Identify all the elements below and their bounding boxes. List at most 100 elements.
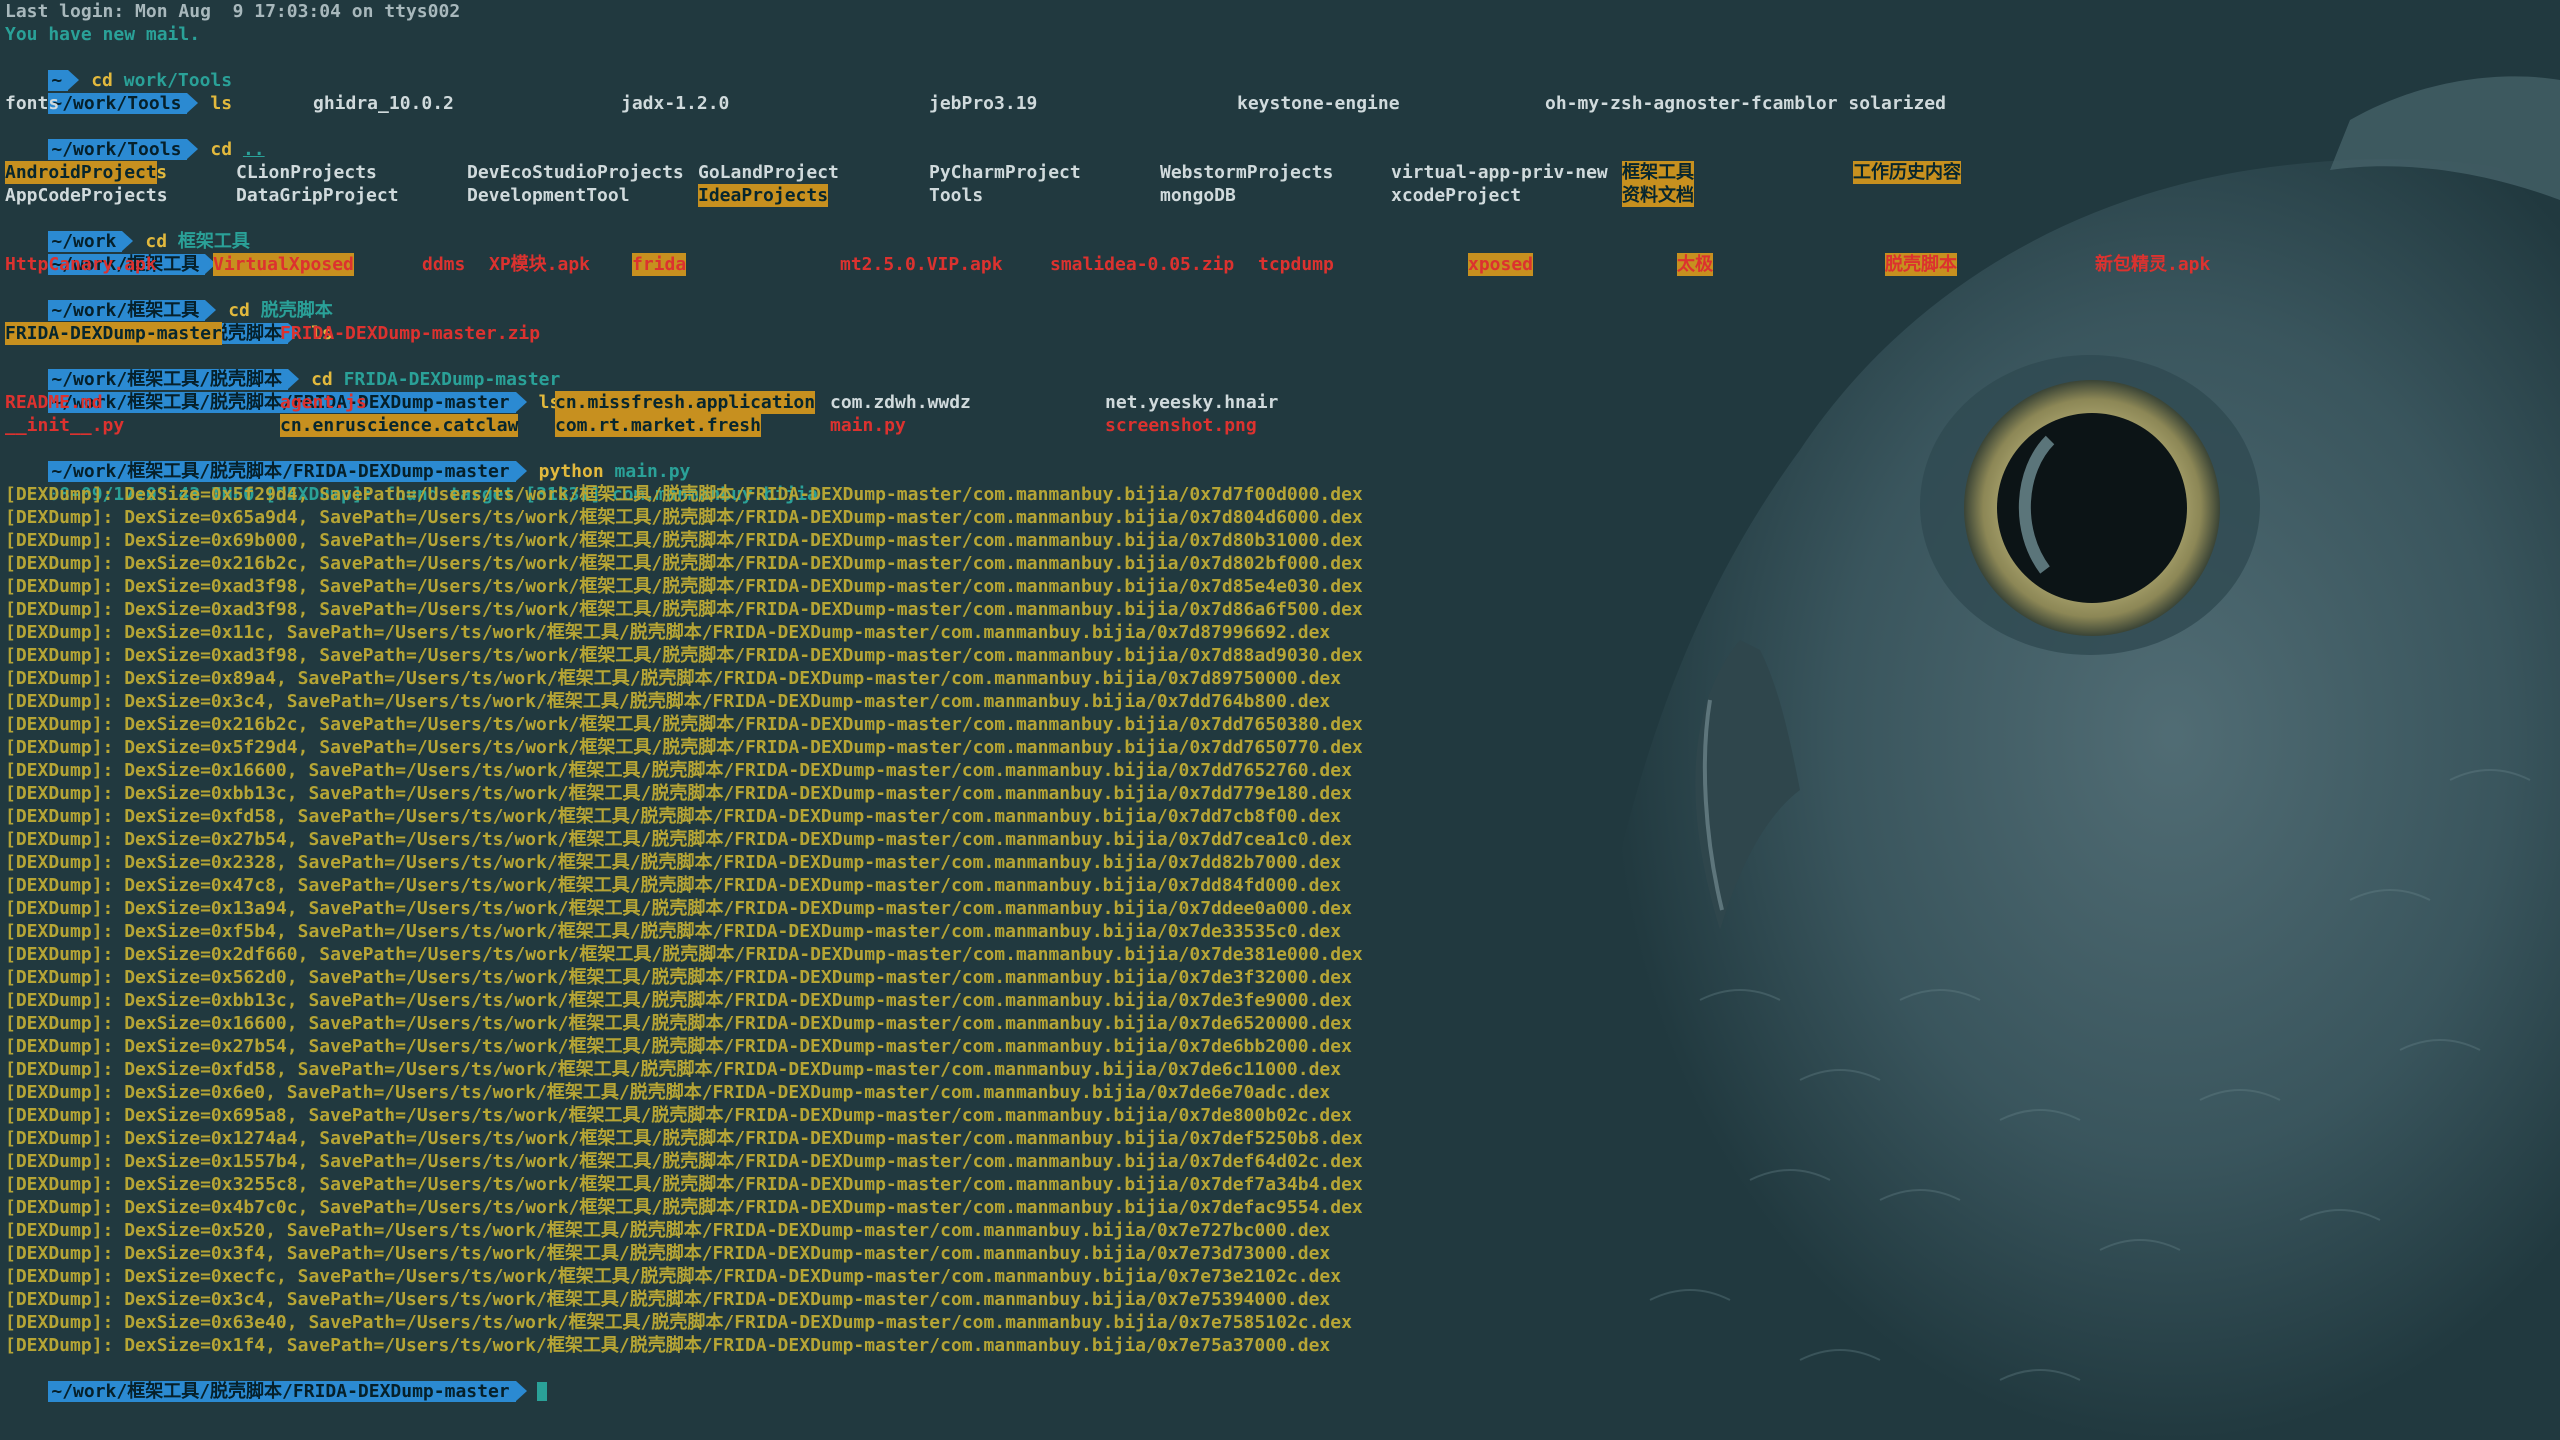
dexdump-log-line: [DEXDump]: DexSize=0x11c, SavePath=/User… xyxy=(5,621,1363,644)
dex-prefix: [DEXDump]: DexSize= xyxy=(5,944,211,965)
dex-prefix: [DEXDump]: DexSize= xyxy=(5,806,211,827)
dex-file: 0x7de381e000.dex xyxy=(1189,944,1363,965)
dex-savepath-label: , SavePath=/ xyxy=(275,875,406,896)
prompt-line: ~/work cd 框架工具 xyxy=(5,207,1363,252)
dex-savepath-label: , SavePath=/ xyxy=(286,1013,417,1034)
dex-size: 0x2df660 xyxy=(210,944,298,965)
dex-size: 0x2328 xyxy=(210,852,276,873)
dex-savepath-label: , SavePath=/ xyxy=(297,737,428,758)
dex-file: 0x7e73d73000.dex xyxy=(1156,1243,1331,1264)
dex-savepath-label: , SavePath=/ xyxy=(286,1105,417,1126)
dex-file: 0x7de6e70adc.dex xyxy=(1156,1082,1331,1103)
dex-savepath-label: , SavePath=/ xyxy=(265,1243,396,1264)
dex-prefix: [DEXDump]: DexSize= xyxy=(5,1105,211,1126)
dex-savepath-label: , SavePath=/ xyxy=(265,1082,396,1103)
dex-size: 0x65a9d4 xyxy=(210,507,298,528)
dir-entry: virtual-app-priv-new xyxy=(1391,162,1608,183)
dex-file: 0x7dd764b800.dex xyxy=(1156,691,1331,712)
dex-savepath-label: , SavePath=/ xyxy=(286,829,417,850)
dex-file: 0x7d89750000.dex xyxy=(1167,668,1342,689)
prompt-line: ~ cd work/Tools xyxy=(5,46,1363,91)
ls-output-dexdump-row1: README.md agent.js cn.missfresh.applicat… xyxy=(5,391,1363,414)
dir-entry: DevelopmentTool xyxy=(467,185,630,206)
dex-size: 0x520 xyxy=(210,1220,266,1241)
dex-prefix: [DEXDump]: DexSize= xyxy=(5,783,211,804)
dexdump-log-line: [DEXDump]: DexSize=0xfd58, SavePath=/Use… xyxy=(5,1058,1363,1081)
dexdump-log-line: [DEXDump]: DexSize=0x27b54, SavePath=/Us… xyxy=(5,828,1363,851)
dex-prefix: [DEXDump]: DexSize= xyxy=(5,668,211,689)
terminal-cursor[interactable] xyxy=(536,1382,547,1401)
dir-entry: 脱壳脚本 xyxy=(1885,253,1957,276)
dex-prefix: [DEXDump]: DexSize= xyxy=(5,898,211,919)
dex-savepath-label: , SavePath=/ xyxy=(275,668,406,689)
dex-size: 0x11c xyxy=(210,622,266,643)
dex-file: 0x7d802bf000.dex xyxy=(1189,553,1363,574)
dir-entry: __init__.py xyxy=(5,415,125,436)
dex-prefix: [DEXDump]: DexSize= xyxy=(5,1128,211,1149)
dir-entry: jadx-1.2.0 xyxy=(621,93,730,114)
dir-entry: screenshot.png xyxy=(1105,415,1257,436)
ls-output-unpack: FRIDA-DEXDump-master FRIDA-DEXDump-maste… xyxy=(5,322,1363,345)
dex-path: Users/ts/work/框架工具/脱壳脚本/FRIDA-DEXDump-ma… xyxy=(416,1036,1179,1057)
dex-path: Users/ts/work/框架工具/脱壳脚本/FRIDA-DEXDump-ma… xyxy=(427,599,1190,620)
dex-file: 0x7de6c11000.dex xyxy=(1167,1059,1342,1080)
owl-body xyxy=(1539,159,2560,1440)
dexdump-log-line: [DEXDump]: DexSize=0x2df660, SavePath=/U… xyxy=(5,943,1363,966)
dex-savepath-label: , SavePath=/ xyxy=(297,1128,428,1149)
dex-file: 0x7de33535c0.dex xyxy=(1167,921,1342,942)
dir-entry: cn.missfresh.application xyxy=(555,391,816,414)
dir-entry: 资料文档 xyxy=(1622,184,1694,207)
dex-file: 0x7de6bb2000.dex xyxy=(1178,1036,1352,1057)
dex-path: Users/ts/work/框架工具/脱壳脚本/FRIDA-DEXDump-ma… xyxy=(416,898,1179,919)
dex-prefix: [DEXDump]: DexSize= xyxy=(5,1197,211,1218)
dex-prefix: [DEXDump]: DexSize= xyxy=(5,1174,211,1195)
dex-prefix: [DEXDump]: DexSize= xyxy=(5,1013,211,1034)
dex-file: 0x7def5250b8.dex xyxy=(1189,1128,1363,1149)
dir-entry: jebPro3.19 xyxy=(929,93,1038,114)
active-prompt-line[interactable]: ~/work/框架工具/脱壳脚本/FRIDA-DEXDump-master xyxy=(5,1357,1363,1402)
dexdump-log-line: [DEXDump]: DexSize=0x16600, SavePath=/Us… xyxy=(5,759,1363,782)
dex-size: 0x63e40 xyxy=(210,1312,287,1333)
prompt-path: ~/work/框架工具/脱壳脚本/FRIDA-DEXDump-master xyxy=(48,1381,516,1402)
dex-savepath-label: , SavePath=/ xyxy=(265,1335,396,1356)
dex-file: 0x7de800b02c.dex xyxy=(1178,1105,1352,1126)
dir-entry: 新包精灵.apk xyxy=(2095,254,2211,275)
dexdump-log-line: [DEXDump]: DexSize=0x27b54, SavePath=/Us… xyxy=(5,1035,1363,1058)
dex-path: Users/ts/work/框架工具/脱壳脚本/FRIDA-DEXDump-ma… xyxy=(395,691,1157,712)
dex-file: 0x7dd7650380.dex xyxy=(1189,714,1363,735)
dir-entry: DevEcoStudioProjects xyxy=(467,162,684,183)
dex-path: Users/ts/work/框架工具/脱壳脚本/FRIDA-DEXDump-ma… xyxy=(427,1151,1190,1172)
dexdump-log-line: [DEXDump]: DexSize=0xad3f98, SavePath=/U… xyxy=(5,644,1363,667)
dex-path: Users/ts/work/框架工具/脱壳脚本/FRIDA-DEXDump-ma… xyxy=(405,1059,1168,1080)
dir-entry: VirtualXposed xyxy=(213,253,354,276)
ls-output-work-row2: AppCodeProjects DataGripProject Developm… xyxy=(5,184,1694,207)
dir-entry: ghidra_10.0.2 xyxy=(313,93,454,114)
dex-prefix: [DEXDump]: DexSize= xyxy=(5,645,211,666)
dir-entry: oh-my-zsh-agnoster-fcamblor solarized xyxy=(1545,93,1946,114)
terminal-output[interactable]: Last login: Mon Aug 9 17:03:04 on ttys00… xyxy=(5,0,2210,1402)
dex-path: Users/ts/work/框架工具/脱壳脚本/FRIDA-DEXDump-ma… xyxy=(427,944,1190,965)
dexdump-log-line: [DEXDump]: DexSize=0x69b000, SavePath=/U… xyxy=(5,529,1363,552)
mail-notice: You have new mail. xyxy=(5,24,201,45)
dex-path: Users/ts/work/框架工具/脱壳脚本/FRIDA-DEXDump-ma… xyxy=(395,1220,1157,1241)
dex-prefix: [DEXDump]: DexSize= xyxy=(5,829,211,850)
dexdump-log-line: [DEXDump]: DexSize=0x216b2c, SavePath=/U… xyxy=(5,713,1363,736)
dir-entry: CLionProjects xyxy=(236,162,377,183)
dex-path: Users/ts/work/框架工具/脱壳脚本/FRIDA-DEXDump-ma… xyxy=(395,1243,1157,1264)
dex-prefix: [DEXDump]: DexSize= xyxy=(5,990,211,1011)
dex-path: Users/ts/work/框架工具/脱壳脚本/FRIDA-DEXDump-ma… xyxy=(427,645,1190,666)
dexdump-log-line: [DEXDump]: DexSize=0xad3f98, SavePath=/U… xyxy=(5,575,1363,598)
dir-entry: cn.enruscience.catclaw xyxy=(280,414,519,437)
dex-size: 0x1274a4 xyxy=(210,1128,298,1149)
dir-entry: README.md xyxy=(5,392,103,413)
prompt-line: ~/work/框架工具 cd 脱壳脚本 xyxy=(5,276,1363,321)
dex-path: Users/ts/work/框架工具/脱壳脚本/FRIDA-DEXDump-ma… xyxy=(416,760,1179,781)
dex-savepath-label: , SavePath=/ xyxy=(275,806,406,827)
dir-entry: agent.js xyxy=(280,392,367,413)
dexdump-log-line: [DEXDump]: DexSize=0x63e40, SavePath=/Us… xyxy=(5,1311,1363,1334)
dex-prefix: [DEXDump]: DexSize= xyxy=(5,553,211,574)
dex-size: 0x13a94 xyxy=(210,898,287,919)
dex-savepath-label: , SavePath=/ xyxy=(275,1059,406,1080)
dex-path: Users/ts/work/框架工具/脱壳脚本/FRIDA-DEXDump-ma… xyxy=(405,852,1168,873)
dex-savepath-label: , SavePath=/ xyxy=(265,691,396,712)
